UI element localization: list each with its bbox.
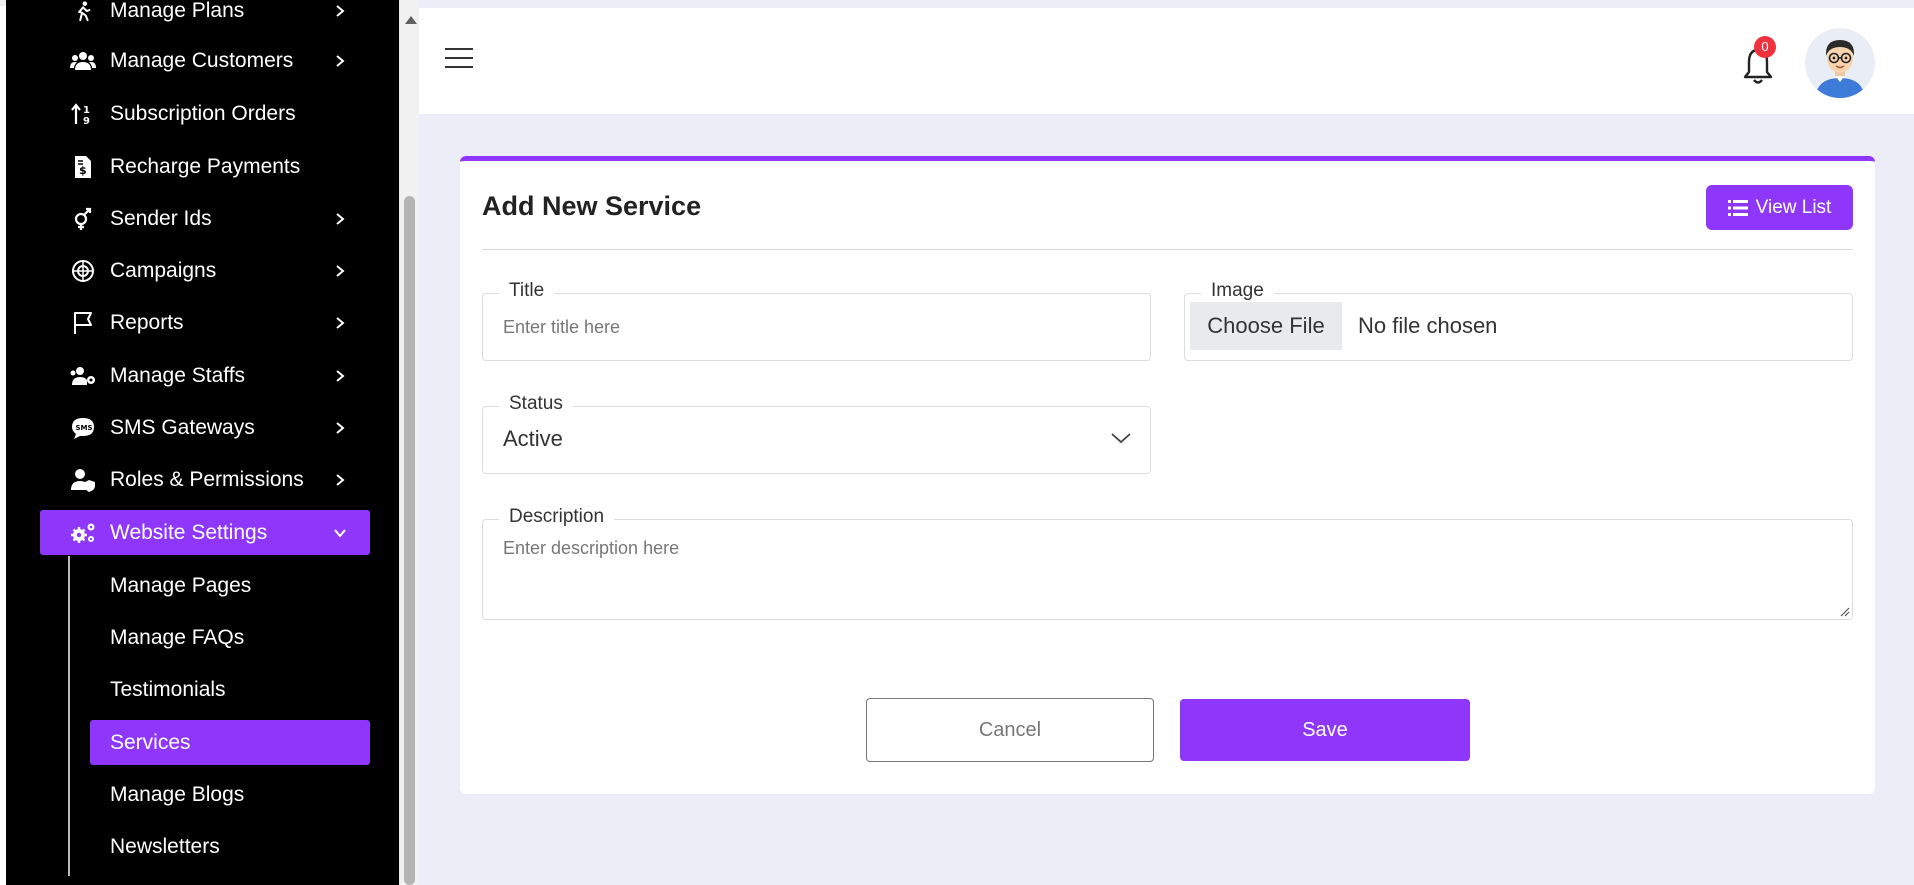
svg-text:1: 1 [83,105,90,116]
chevron-right-icon [328,468,352,492]
image-field-label: Image [1201,280,1274,302]
staffs-icon [68,361,98,391]
chevron-right-icon [328,416,352,440]
status-field-label: Status [499,393,573,415]
chevron-right-icon [328,364,352,388]
sidebar-item-label: Website Settings [110,520,268,544]
chevron-down-icon [1110,431,1132,450]
sidebar-item-manage-staffs[interactable]: Manage Staffs [40,353,370,398]
sidebar-item-manage-plans[interactable]: Manage Plans [40,0,370,33]
sidebar: Manage Plans Manage Customers 19 Subscri… [6,0,399,885]
flag-icon [68,308,98,338]
image-field: Image Choose File No file chosen [1184,280,1853,361]
notification-badge: 0 [1754,36,1776,58]
sidebar-item-recharge-payments[interactable]: $ Recharge Payments [40,144,370,189]
chevron-down-icon [328,521,352,545]
list-icon [1727,199,1748,216]
user-shield-icon [68,465,98,495]
submenu-item-label: Manage FAQs [110,625,245,649]
sidebar-item-sms-gateways[interactable]: SMS SMS Gateways [40,405,370,450]
sidebar-item-website-settings[interactable]: Website Settings [40,510,370,555]
chevron-right-icon [328,207,352,231]
scroll-up-arrow-icon[interactable] [405,16,417,24]
chevron-right-icon [328,0,352,23]
submenu-item-services[interactable]: Services [90,720,370,765]
save-button[interactable]: Save [1180,699,1470,761]
resize-grip-icon[interactable] [1840,607,1850,617]
sidebar-item-label: Manage Plans [110,0,245,22]
chevron-right-icon [328,49,352,73]
submenu-item-label: Manage Blogs [110,782,245,806]
top-header: 0 [419,8,1914,114]
title-field: Title [482,280,1151,361]
plans-icon [68,0,98,26]
sidebar-item-roles-permissions[interactable]: Roles & Permissions [40,457,370,502]
description-field: Description [482,506,1853,620]
add-service-card: Add New Service View List Title Image Ch… [460,156,1875,794]
sidebar-item-label: Roles & Permissions [110,467,304,491]
invoice-icon: $ [68,152,98,182]
submenu-item-manage-blogs[interactable]: Manage Blogs [90,772,370,817]
submenu-item-label: Manage Pages [110,573,252,597]
submenu-guide-line [68,556,70,876]
scroll-thumb[interactable] [404,196,415,885]
submenu-item-manage-faqs[interactable]: Manage FAQs [90,615,370,660]
file-status-text: No file chosen [1358,313,1498,338]
submenu-item-testimonials[interactable]: Testimonials [90,667,370,712]
submenu-item-label: Testimonials [110,677,226,701]
sidebar-item-subscription-orders[interactable]: 19 Subscription Orders [40,91,370,136]
sidebar-item-sender-ids[interactable]: Sender Ids [40,196,370,241]
sidebar-item-reports[interactable]: Reports [40,300,370,345]
customers-icon [68,46,98,76]
orders-icon: 19 [68,99,98,129]
sidebar-item-label: Manage Staffs [110,363,246,387]
hamburger-menu-icon[interactable] [445,48,473,72]
view-list-label: View List [1755,196,1832,218]
description-field-label: Description [499,506,615,528]
campaign-icon [68,256,98,286]
sidebar-item-label: Manage Customers [110,48,294,72]
description-textarea[interactable] [503,538,1832,609]
sidebar-item-label: Subscription Orders [110,101,296,125]
choose-file-button[interactable]: Choose File [1190,302,1342,350]
cancel-button[interactable]: Cancel [866,698,1154,762]
submenu-item-newsletters[interactable]: Newsletters [90,824,370,869]
submenu-item-label: Newsletters [110,834,220,858]
status-select[interactable]: Status Active [482,393,1151,474]
sidebar-item-label: Campaigns [110,258,217,282]
status-selected-value: Active [503,426,563,451]
chevron-right-icon [328,259,352,283]
main-area: 0 Add New Service View List Title Enter … [419,0,1914,885]
sidebar-item-label: Sender Ids [110,206,212,230]
avatar[interactable] [1805,28,1875,98]
title-input[interactable] [503,294,1140,360]
chevron-right-icon [328,311,352,335]
sms-icon: SMS [68,413,98,443]
sidebar-item-label: Recharge Payments [110,154,301,178]
sidebar-item-label: SMS Gateways [110,415,255,439]
sender-icon [68,204,98,234]
page-title: Add New Service [482,191,702,221]
svg-text:9: 9 [83,116,90,126]
svg-text:SMS: SMS [76,424,93,432]
submenu-item-manage-pages[interactable]: Manage Pages [90,563,370,608]
view-list-button[interactable]: View List [1706,185,1853,230]
svg-text:$: $ [79,164,87,177]
divider [482,249,1853,250]
cogs-icon [68,518,98,548]
sidebar-item-manage-customers[interactable]: Manage Customers [40,38,370,83]
sidebar-scrollbar[interactable] [399,0,419,885]
submenu-item-label: Services [110,730,191,754]
sidebar-item-campaigns[interactable]: Campaigns [40,248,370,293]
sidebar-item-label: Reports [110,310,184,334]
